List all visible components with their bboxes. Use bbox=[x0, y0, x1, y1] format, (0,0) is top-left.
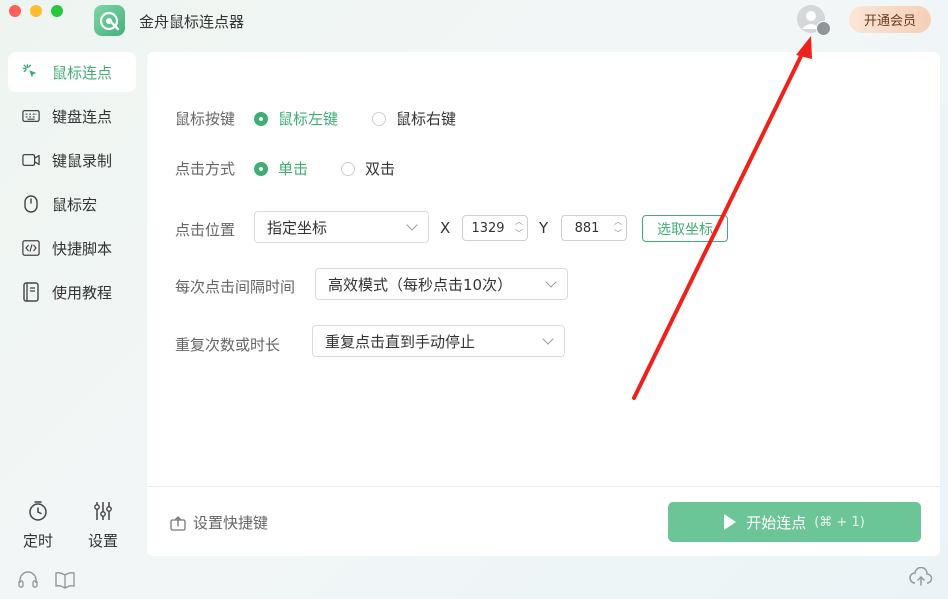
annotation-arrow-icon bbox=[632, 36, 812, 400]
